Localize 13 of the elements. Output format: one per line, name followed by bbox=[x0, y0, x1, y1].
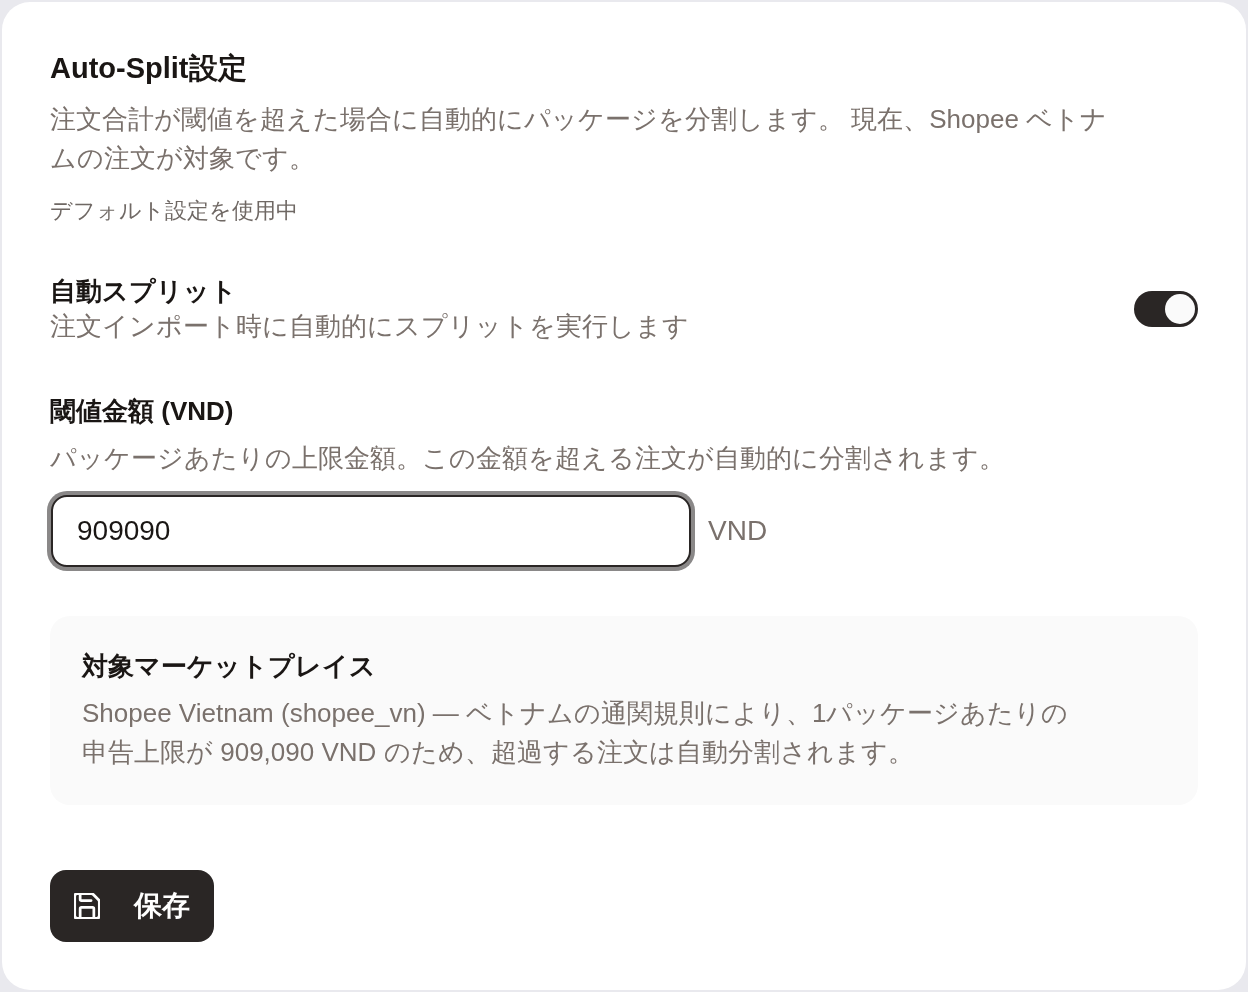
currency-unit: VND bbox=[708, 514, 768, 548]
settings-description: 注文合計が閾値を超えた場合に自動的にパッケージを分割します。 現在、Shopee ベトナムの注文が対象です。 bbox=[50, 103, 1109, 175]
threshold-input[interactable]: 909090 bbox=[51, 495, 691, 567]
save-button[interactable]: 保存 bbox=[50, 870, 214, 942]
marketplace-text: Shopee Vietnam (shopee_vn) — ベトナムの通関規則により、1パッケージあたりの申告上限が 909,090 VND のため、超過する注文は自動分割されます。 bbox=[82, 697, 1070, 769]
threshold-label: 閾値金額 (VND) bbox=[50, 395, 234, 428]
marketplace-title: 対象マーケットプレイス bbox=[82, 650, 376, 683]
settings-title: Auto-Split設定 bbox=[50, 51, 248, 86]
auto-split-description: 注文インポート時に自動的にスプリットを実行します bbox=[50, 310, 689, 343]
settings-status: デフォルト設定を使用中 bbox=[50, 197, 299, 225]
auto-split-toggle[interactable] bbox=[1134, 291, 1198, 327]
auto-split-label: 自動スプリット bbox=[50, 275, 237, 308]
threshold-help: パッケージあたりの上限金額。この金額を超える注文が自動的に分割されます。 bbox=[50, 442, 1006, 475]
